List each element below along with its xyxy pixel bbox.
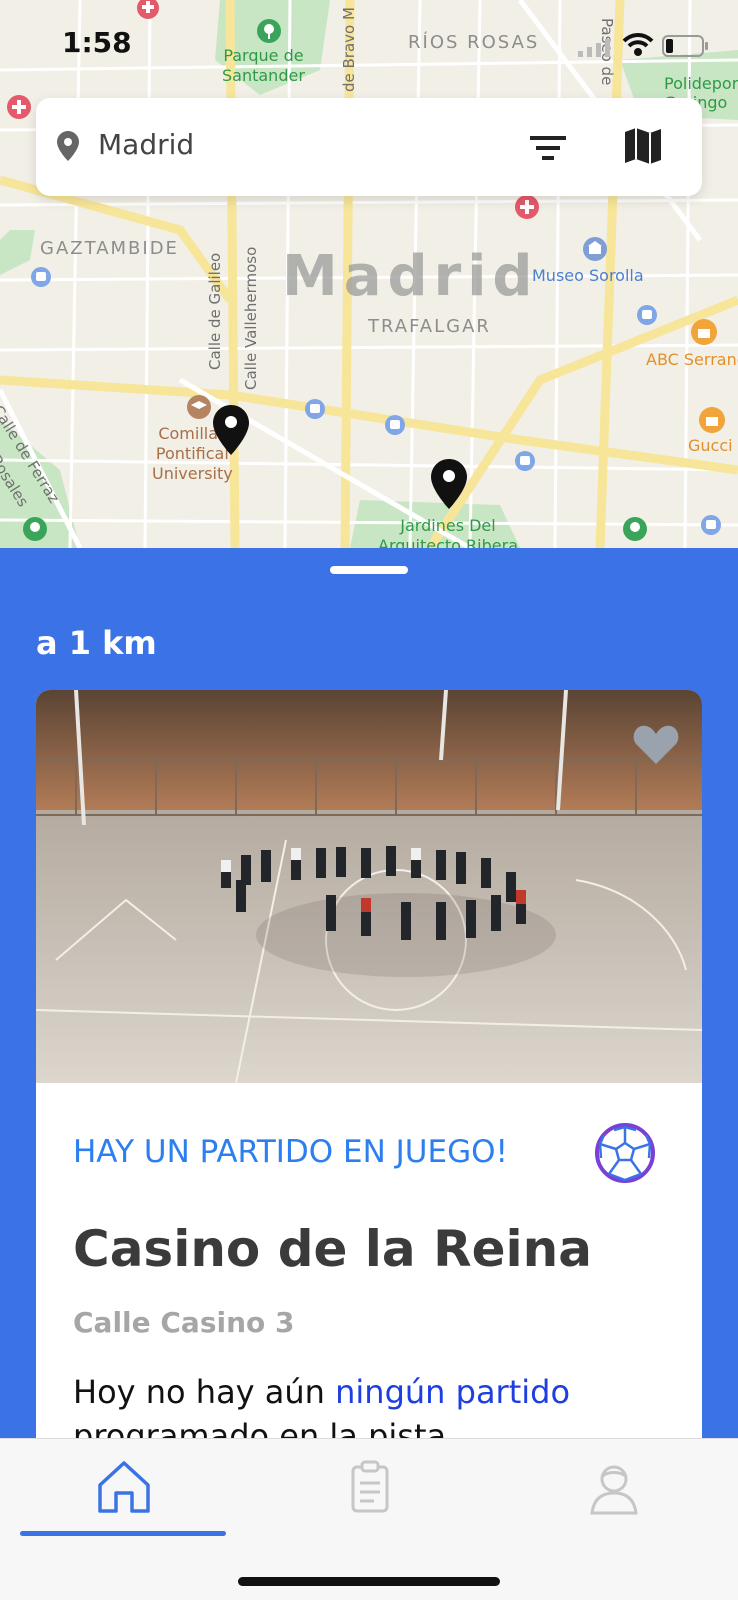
venue-card[interactable]: HAY UN PARTIDO EN JUEGO! Casino de la Re… [36, 690, 702, 1438]
museum-icon [583, 237, 607, 261]
map-district-label: GAZTAMBIDE [40, 238, 179, 259]
location-search-input[interactable]: Madrid [98, 128, 194, 161]
status-time: 1:58 [62, 26, 132, 59]
description-text: Hoy no hay aún [73, 1373, 336, 1411]
venue-name: Casino de la Reina [73, 1220, 592, 1278]
active-tab-indicator [20, 1531, 226, 1536]
clipboard-icon[interactable] [340, 1457, 400, 1517]
map-poi-label: Museo Sorolla [532, 266, 644, 285]
metro-icon [701, 515, 721, 535]
map-street-label: Calle de Galileo [206, 252, 224, 370]
wifi-icon [622, 33, 654, 56]
favorite-heart-icon[interactable] [632, 722, 680, 766]
match-status-label: HAY UN PARTIDO EN JUEGO! [73, 1134, 508, 1170]
metro-icon [385, 415, 405, 435]
metro-icon [305, 399, 325, 419]
status-bar: 1:58 [0, 0, 738, 90]
battery-icon [662, 35, 708, 57]
metro-icon [515, 451, 535, 471]
no-match-link[interactable]: ningún partido [335, 1373, 570, 1411]
metro-icon [637, 305, 657, 325]
map-city-label: Madrid [282, 244, 539, 309]
map-icon[interactable] [621, 124, 665, 168]
cellular-signal-icon [578, 39, 610, 57]
map-district-label: TRAFALGAR [368, 316, 491, 337]
venue-description: Hoy no hay aún ningún partido programado… [73, 1370, 673, 1438]
venue-marker-icon[interactable] [212, 404, 250, 456]
map-poi-label: ABC Serrano [646, 350, 738, 369]
metro-icon [31, 267, 51, 287]
venue-address: Calle Casino 3 [73, 1306, 295, 1339]
filter-icon[interactable] [526, 126, 570, 170]
home-indicator-bar [238, 1577, 500, 1586]
map-poi-label: Gucci [688, 436, 733, 455]
venue-marker-icon[interactable] [430, 458, 468, 510]
shopping-icon [691, 319, 717, 345]
park-icon [23, 517, 47, 541]
shopping-icon [699, 407, 725, 433]
tab-bar [0, 1438, 738, 1600]
hospital-icon [515, 195, 539, 219]
soccer-ball-icon [595, 1123, 655, 1183]
description-text: programado en la pista [73, 1417, 447, 1438]
search-card[interactable]: Madrid [36, 98, 702, 196]
park-icon [623, 517, 647, 541]
home-icon[interactable] [94, 1457, 154, 1517]
map-park-label: Jardines Del Arquitecto Ribera [378, 516, 518, 548]
sheet-grabber-handle[interactable] [330, 566, 408, 574]
venue-photo [36, 690, 702, 1083]
hospital-icon [7, 95, 31, 119]
user-icon[interactable] [584, 1457, 644, 1517]
map-street-label: Calle Vallehermoso [242, 246, 260, 390]
distance-heading: a 1 km [36, 624, 157, 662]
university-icon [187, 395, 211, 419]
location-pin-icon [57, 131, 79, 161]
map-view[interactable]: Parque deSantander RÍOS ROSAS Polideport… [0, 0, 738, 548]
bottom-sheet[interactable]: a 1 km HAY UN PARTIDO EN JUEGO! Casino d… [0, 548, 738, 1438]
